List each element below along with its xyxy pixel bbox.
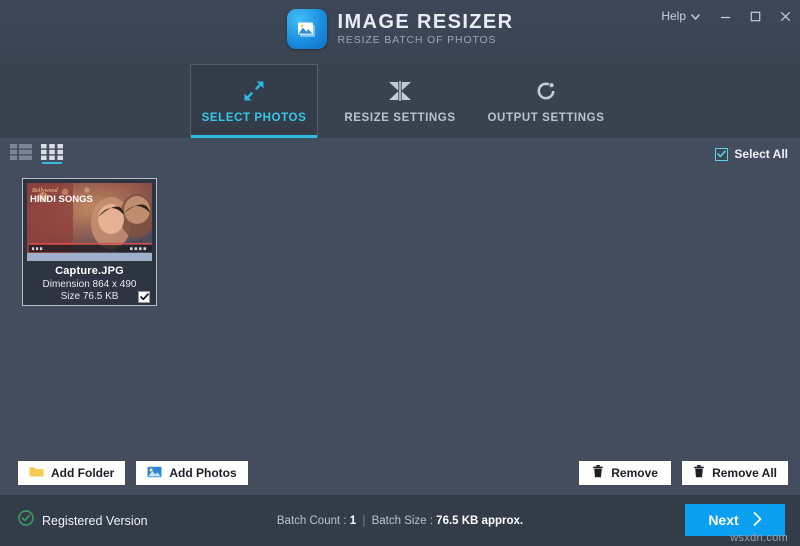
brand: IMAGE RESIZER RESIZE BATCH OF PHOTOS xyxy=(287,9,514,49)
app-title: IMAGE RESIZER xyxy=(338,12,514,33)
select-all-control[interactable]: Select All xyxy=(715,147,788,161)
photo-card[interactable]: Bollywood HINDI SONGS Capture.JPG Dimens… xyxy=(22,178,157,306)
tab-resize-settings[interactable]: RESIZE SETTINGS xyxy=(336,64,464,138)
status-bar: Registered Version Batch Count : 1 | Bat… xyxy=(0,495,800,546)
add-photos-label: Add Photos xyxy=(169,466,236,480)
app-subtitle: RESIZE BATCH OF PHOTOS xyxy=(338,35,514,46)
select-all-label: Select All xyxy=(734,147,788,161)
title-bar: IMAGE RESIZER RESIZE BATCH OF PHOTOS Hel… xyxy=(0,0,800,58)
add-folder-label: Add Folder xyxy=(51,466,114,480)
window-controls: Help xyxy=(651,0,800,32)
add-folder-button[interactable]: Add Folder xyxy=(18,461,125,485)
image-resizer-logo-icon xyxy=(287,9,327,49)
tab-select-photos[interactable]: SELECT PHOTOS xyxy=(190,64,318,138)
remove-button[interactable]: Remove xyxy=(579,461,671,485)
brand-text: IMAGE RESIZER RESIZE BATCH OF PHOTOS xyxy=(338,12,514,46)
folder-icon xyxy=(29,466,44,481)
check-circle-icon xyxy=(18,510,34,531)
help-menu-button[interactable]: Help xyxy=(651,0,710,32)
registered-status: Registered Version xyxy=(18,510,148,531)
photo-thumbnail: Bollywood HINDI SONGS xyxy=(27,183,152,261)
trash-icon xyxy=(592,465,604,481)
chevron-down-icon xyxy=(691,9,700,23)
remove-buttons: Remove Remove All xyxy=(579,461,788,485)
hourglass-resize-icon xyxy=(387,79,413,103)
photo-info: Capture.JPG Dimension 864 x 490 Size 76.… xyxy=(27,261,152,305)
trash-icon xyxy=(693,465,705,481)
close-button[interactable] xyxy=(770,0,800,32)
batch-size-label: Batch Size : xyxy=(372,515,433,527)
thumbnail-artwork: Bollywood HINDI SONGS xyxy=(27,183,152,253)
photo-icon xyxy=(147,466,162,481)
image-resizer-window: IMAGE RESIZER RESIZE BATCH OF PHOTOS Hel… xyxy=(0,0,800,546)
add-photos-button[interactable]: Add Photos xyxy=(136,461,247,485)
tab-strip: SELECT PHOTOS RESIZE SETTINGS xyxy=(0,58,800,138)
registered-label: Registered Version xyxy=(42,514,148,528)
remove-all-button[interactable]: Remove All xyxy=(682,461,788,485)
batch-separator: | xyxy=(362,515,365,527)
photo-grid: Bollywood HINDI SONGS Capture.JPG Dimens… xyxy=(0,170,800,451)
next-button[interactable]: Next xyxy=(685,504,785,536)
next-label: Next xyxy=(708,512,738,528)
photo-checkbox[interactable] xyxy=(138,291,150,303)
batch-count-value: 1 xyxy=(350,515,356,527)
resize-arrows-icon xyxy=(241,79,267,103)
help-label: Help xyxy=(661,9,686,23)
batch-count-label: Batch Count : xyxy=(277,515,347,527)
photo-dimension: Dimension 864 x 490 xyxy=(27,279,152,290)
maximize-button[interactable] xyxy=(740,0,770,32)
grid-view-icon[interactable] xyxy=(41,144,63,164)
svg-text:HINDI SONGS: HINDI SONGS xyxy=(30,194,93,205)
view-toolbar: Select All xyxy=(0,138,800,170)
batch-size-value: 76.5 KB approx. xyxy=(436,515,523,527)
select-all-checkbox[interactable] xyxy=(715,148,728,161)
photo-name: Capture.JPG xyxy=(27,265,152,277)
tab-label: SELECT PHOTOS xyxy=(202,112,307,124)
tab-label: RESIZE SETTINGS xyxy=(344,112,455,124)
action-bar: Add Folder Add Photos xyxy=(0,451,800,495)
refresh-circle-icon xyxy=(534,79,558,103)
minimize-button[interactable] xyxy=(710,0,740,32)
photo-size: Size 76.5 KB xyxy=(61,291,119,302)
remove-label: Remove xyxy=(611,466,658,480)
add-buttons: Add Folder Add Photos xyxy=(18,461,248,485)
list-view-icon[interactable] xyxy=(10,144,32,164)
remove-all-label: Remove All xyxy=(712,466,777,480)
tab-output-settings[interactable]: OUTPUT SETTINGS xyxy=(482,64,610,138)
tab-label: OUTPUT SETTINGS xyxy=(488,112,605,124)
chevron-right-icon xyxy=(753,512,762,529)
view-switcher xyxy=(10,144,63,164)
